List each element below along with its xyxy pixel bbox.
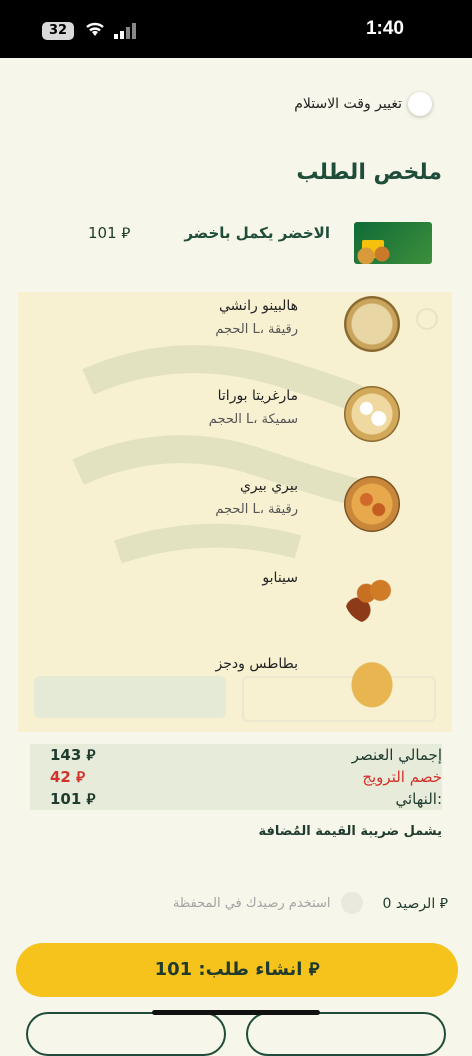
pizza-icon	[344, 386, 400, 442]
items-panel: هالبينو رانشي الحجم L، رقيقة مارغريتا بو…	[18, 292, 452, 732]
item-name: سينابو	[262, 570, 298, 586]
pickup-time-toggle-row[interactable]: تغيير وقت الاستلام	[294, 92, 432, 116]
wallet-balance: الرصيد 0 ⃁	[382, 896, 449, 912]
pizza-icon	[344, 476, 400, 532]
pizza-icon	[344, 296, 400, 352]
item-meta: الحجم L، رقيقة	[215, 502, 298, 517]
home-indicator	[152, 1010, 320, 1015]
item-total-value: 143 ⃁	[50, 746, 96, 764]
wifi-icon	[86, 22, 104, 36]
list-item: سينابو	[18, 568, 452, 648]
final-value: 101 ⃁	[50, 790, 96, 808]
wallet-row: استخدم رصيدك في المحفظة الرصيد 0 ⃁	[173, 892, 448, 914]
list-item: مارغريتا بوراتا الحجم L، سميكة	[18, 386, 452, 466]
item-meta: الحجم L، رقيقة	[215, 322, 298, 337]
offer-name: الاخضر يكمل باخضر	[184, 224, 330, 242]
status-bar: 32 1:40	[0, 0, 472, 58]
fries-icon	[344, 654, 400, 710]
wallet-toggle[interactable]	[340, 892, 363, 914]
signal-icon	[114, 23, 136, 39]
offer-row: الاخضر يكمل باخضر 101 ⃁	[0, 210, 472, 280]
list-item: بطاطس ودجز	[18, 654, 452, 732]
final-label: النهائي:	[395, 790, 443, 808]
status-time: 1:40	[365, 18, 404, 39]
item-total-label: إجمالي العنصر	[351, 746, 442, 764]
promo-value: 42 ⃁	[50, 768, 86, 786]
vat-note: يشمل ضريبة القيمة المُضافة	[258, 824, 442, 839]
item-name: هالبينو رانشي	[219, 298, 298, 314]
bottom-button-right[interactable]	[246, 1012, 446, 1056]
bites-icon	[344, 568, 400, 624]
bottom-button-left[interactable]	[26, 1012, 226, 1056]
pickup-time-toggle[interactable]	[408, 92, 432, 116]
pickup-time-label: تغيير وقت الاستلام	[294, 96, 402, 112]
totals-box: إجمالي العنصر 143 ⃁ خصم الترويج 42 ⃁ الن…	[30, 744, 442, 810]
list-item: هالبينو رانشي الحجم L، رقيقة	[18, 296, 452, 376]
order-summary-title: ملخص الطلب	[296, 160, 442, 185]
wallet-use-label: استخدم رصيدك في المحفظة	[172, 895, 331, 911]
list-item: بيري بيري الحجم L، رقيقة	[18, 476, 452, 556]
item-meta: الحجم L، سميكة	[208, 412, 298, 427]
offer-price: 101 ⃁	[88, 224, 131, 242]
item-name: بطاطس ودجز	[215, 656, 298, 672]
item-name: بيري بيري	[239, 478, 298, 494]
create-order-button[interactable]: انشاء طلب: 101 ⃁	[16, 943, 458, 997]
promo-label: خصم الترويج	[362, 768, 442, 786]
offer-image	[354, 222, 432, 264]
battery-indicator: 32	[42, 22, 74, 40]
item-name: مارغريتا بوراتا	[217, 388, 298, 404]
